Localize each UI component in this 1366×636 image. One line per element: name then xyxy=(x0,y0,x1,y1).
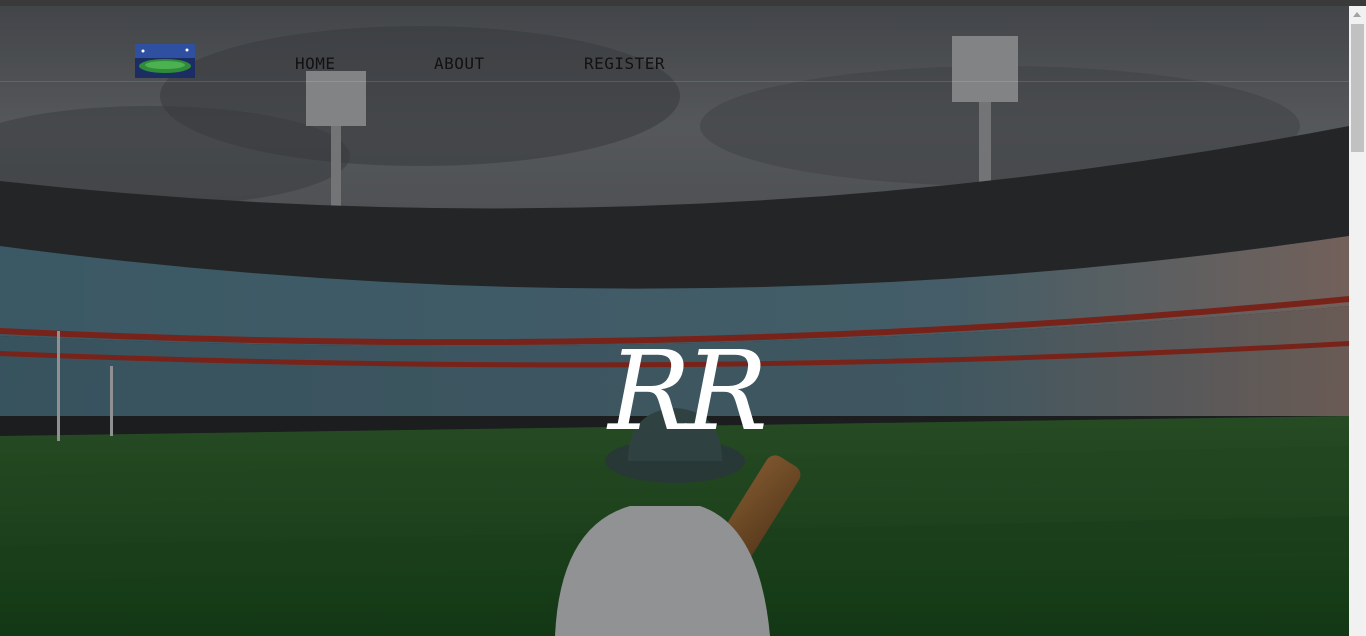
vertical-scrollbar[interactable] xyxy=(1349,6,1366,636)
nav-about-link[interactable]: ABOUT xyxy=(434,54,485,73)
nav-home-link[interactable]: HOME xyxy=(295,54,336,73)
top-navbar: HOME ABOUT REGISTER xyxy=(0,6,1349,82)
stadium-thumbnail-icon xyxy=(135,44,195,78)
nav-register-link[interactable]: REGISTER xyxy=(584,54,665,73)
site-logo[interactable] xyxy=(135,44,195,78)
hero-brand-text: RR xyxy=(606,327,764,454)
rr-script-logo: RR xyxy=(606,327,770,454)
hero-background xyxy=(0,6,1349,636)
scroll-up-arrow-icon[interactable] xyxy=(1349,6,1366,23)
page-viewport: HOME ABOUT REGISTER RR xyxy=(0,6,1349,636)
scrollbar-thumb[interactable] xyxy=(1351,24,1364,152)
